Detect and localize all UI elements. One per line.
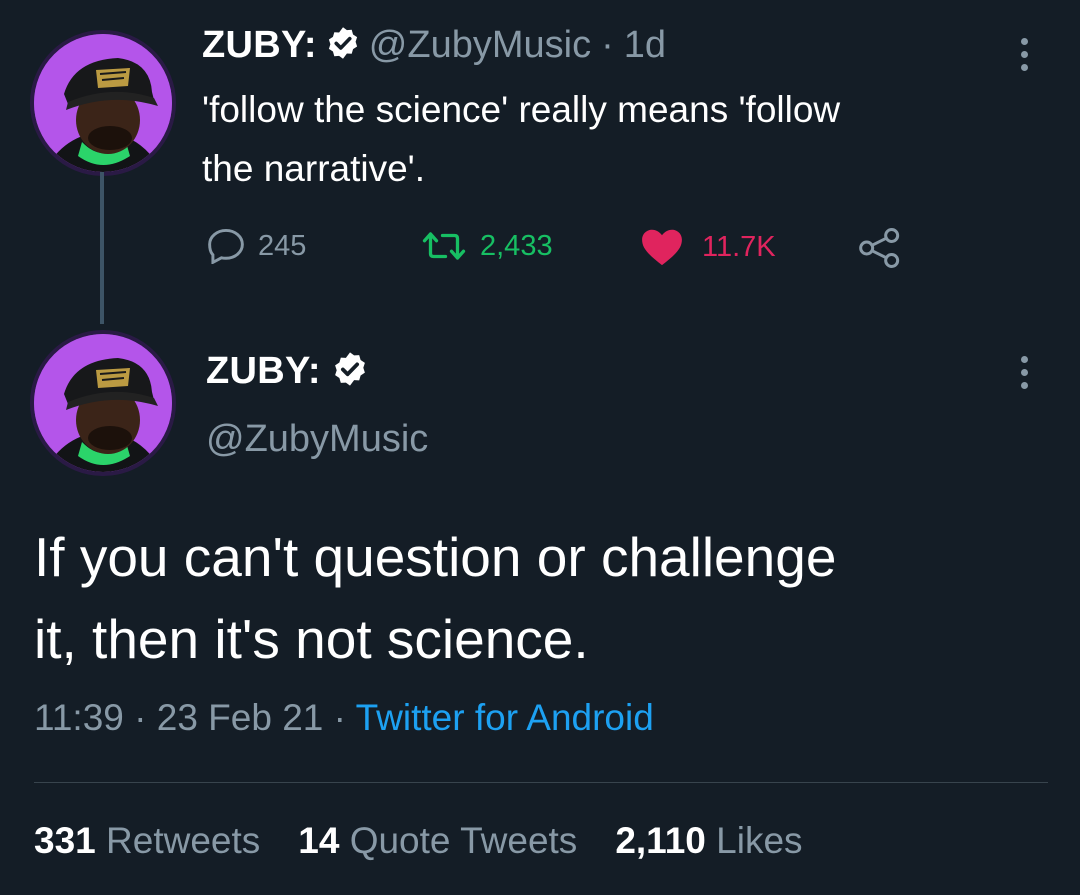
main-tweet-name-row: ZUBY: [206,350,369,393]
thread-connector-line [100,172,104,324]
parent-tweet-text-line2: the narrative'. [202,148,426,189]
verified-icon [325,25,361,66]
avatar-portrait-icon [34,34,172,172]
like-count: 11.7K [702,230,776,263]
like-label: Likes [716,820,803,861]
separator: · [134,697,147,738]
share-button[interactable] [858,228,902,273]
reply-count: 245 [258,229,307,262]
retweet-total: 331 [34,820,96,861]
tweet-source-link[interactable]: Twitter for Android [356,697,654,738]
parent-tweet-text-line1: 'follow the science' really means 'follo… [202,89,841,130]
likes-stat[interactable]: 2,110 Likes [615,820,802,862]
retweets-stat[interactable]: 331 Retweets [34,820,260,862]
avatar-main[interactable] [34,334,172,472]
separator: · [333,697,346,738]
retweet-label: Retweets [106,820,261,861]
avatar-portrait-icon [34,334,172,472]
handle[interactable]: @ZubyMusic [206,418,428,461]
main-tweet-text-line2: it, then it's not science. [34,608,589,670]
separator: · [601,24,614,66]
reply-icon [206,228,246,264]
tweet-meta: 11:39 · 23 Feb 21 · Twitter for Android [34,697,654,739]
display-name[interactable]: ZUBY: [206,350,321,393]
time-ago[interactable]: 1d [624,24,666,67]
display-name[interactable]: ZUBY: [202,24,317,67]
more-icon[interactable] [1018,38,1030,71]
quote-tweets-stat[interactable]: 14 Quote Tweets [298,820,577,862]
retweet-button[interactable]: 2,433 [420,228,553,264]
more-icon[interactable] [1018,356,1030,389]
tweet-date: 23 Feb 21 [156,697,324,738]
divider [34,782,1048,783]
tweet-time: 11:39 [34,697,124,738]
quote-label: Quote Tweets [349,820,578,861]
engagement-stats: 331 Retweets 14 Quote Tweets 2,110 Likes [34,820,803,862]
retweet-count: 2,433 [480,229,553,262]
avatar-parent[interactable] [34,34,172,172]
like-total: 2,110 [615,820,706,861]
quote-total: 14 [298,820,340,861]
handle[interactable]: @ZubyMusic [369,24,591,67]
retweet-icon [420,228,468,264]
like-button[interactable]: 11.7K [640,228,776,266]
share-icon [858,228,902,272]
main-tweet-text: If you can't question or challenge it, t… [34,516,836,680]
reply-button[interactable]: 245 [206,228,306,264]
main-tweet-text-line1: If you can't question or challenge [34,526,837,588]
parent-tweet-text: 'follow the science' really means 'follo… [202,80,840,198]
verified-icon [331,350,369,393]
heart-icon [640,228,684,266]
parent-tweet-header: ZUBY: @ZubyMusic · 1d [202,24,666,67]
